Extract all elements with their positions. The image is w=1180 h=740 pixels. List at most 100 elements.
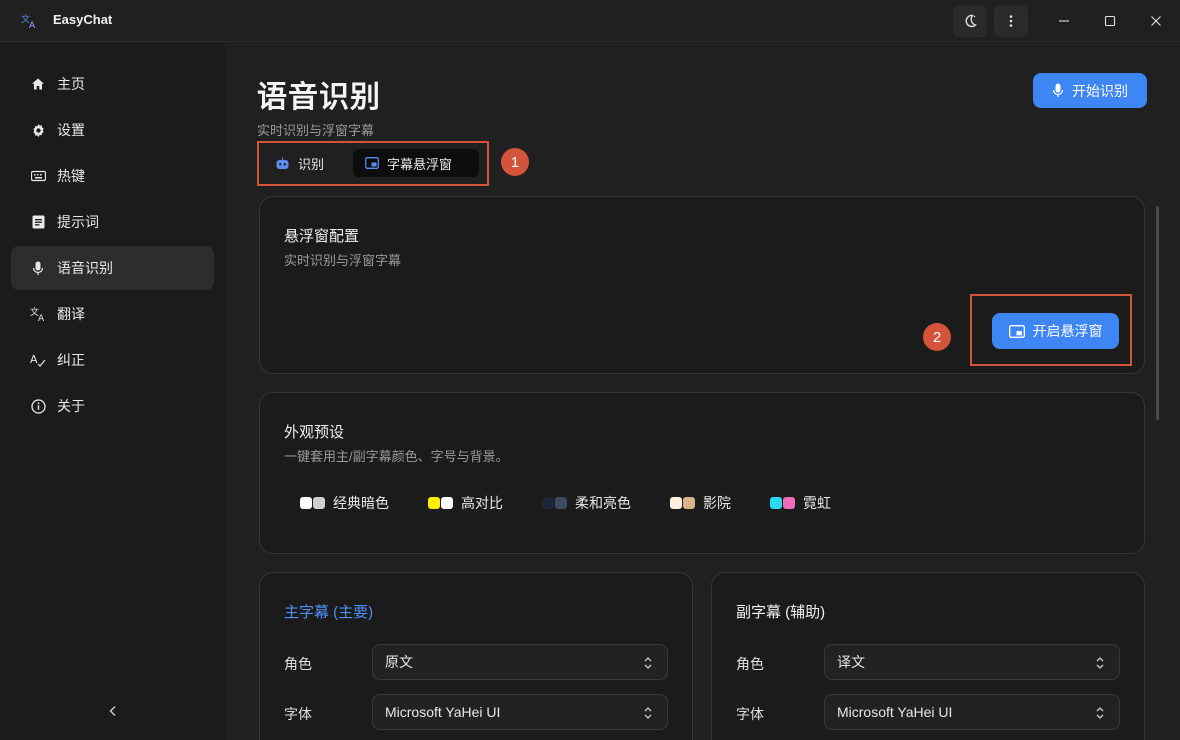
chevron-updown-icon: [1096, 707, 1104, 719]
app-title: EasyChat: [53, 12, 113, 27]
spellcheck-icon: A: [30, 352, 46, 368]
microphone-icon: [30, 260, 46, 276]
picture-in-picture-icon: [365, 157, 379, 169]
color-swatch: [542, 497, 554, 509]
sidebar-item-label: 纠正: [57, 352, 85, 368]
sidebar-item-label: 主页: [57, 76, 85, 92]
chevron-updown-icon: [644, 657, 652, 669]
preset-label: 高对比: [461, 495, 503, 511]
sidebar-item-label: 热键: [57, 168, 85, 184]
svg-text:A: A: [30, 353, 38, 366]
sidebar-item-prompts[interactable]: 提示词: [11, 200, 214, 244]
gear-icon: [30, 122, 46, 138]
sidebar-item-hotkeys[interactable]: 热键: [11, 154, 214, 198]
sidebar-item-correction[interactable]: A 纠正: [11, 338, 214, 382]
preset-high-contrast[interactable]: 高对比: [428, 491, 503, 515]
info-icon: [30, 398, 46, 414]
sidebar-item-label: 关于: [57, 398, 85, 414]
close-button[interactable]: [1133, 0, 1179, 42]
preset-neon[interactable]: 霓虹: [770, 491, 831, 515]
sidebar-item-about[interactable]: 关于: [11, 384, 214, 428]
more-vertical-icon: [1009, 15, 1013, 27]
page-title: 语音识别: [257, 81, 381, 114]
picture-in-picture-icon: [1008, 324, 1025, 338]
moon-icon: [965, 14, 977, 28]
sidebar-item-label: 提示词: [57, 214, 99, 230]
main-content: 语音识别 实时识别与浮窗字幕 开始识别 识别 字幕悬浮窗 1 悬浮窗配置 实时识…: [225, 42, 1180, 740]
color-swatch: [428, 497, 440, 509]
step-badge-2: 2: [923, 323, 951, 351]
step-badge-1: 1: [501, 148, 529, 176]
color-swatch: [313, 497, 325, 509]
start-recognition-label: 开始识别: [1072, 82, 1128, 99]
role-select[interactable]: 原文: [372, 644, 668, 680]
preset-label: 影院: [703, 495, 731, 511]
preset-label: 柔和亮色: [575, 495, 631, 511]
translate-icon: 文A: [20, 12, 38, 31]
minimize-button[interactable]: [1041, 0, 1087, 42]
font-select[interactable]: Microsoft YaHei UI: [824, 694, 1120, 730]
color-swatch: [441, 497, 453, 509]
scrollbar[interactable]: [1156, 206, 1159, 420]
card-description: 实时识别与浮窗字幕: [284, 253, 402, 268]
color-swatch: [670, 497, 682, 509]
preset-cinema[interactable]: 影院: [670, 491, 731, 515]
start-recognition-button[interactable]: 开始识别: [1033, 73, 1147, 108]
sidebar-item-settings[interactable]: 设置: [11, 108, 214, 152]
open-floating-window-button[interactable]: 开启悬浮窗: [992, 313, 1119, 349]
tab-label: 字幕悬浮窗: [387, 156, 453, 172]
page-subtitle: 实时识别与浮窗字幕: [257, 123, 375, 138]
font-label: 字体: [736, 706, 764, 722]
more-options-button[interactable]: [994, 5, 1028, 37]
sidebar-item-label: 语音识别: [57, 260, 113, 276]
primary-subtitle-card: 主字幕 (主要) 角色 原文 字体 Microsoft YaHei UI: [259, 572, 693, 740]
sidebar-item-label: 翻译: [57, 306, 85, 322]
color-swatch: [783, 497, 795, 509]
maximize-button[interactable]: [1087, 0, 1133, 42]
font-select[interactable]: Microsoft YaHei UI: [372, 694, 668, 730]
sidebar-item-translate[interactable]: 文A 翻译: [11, 292, 214, 336]
sidebar-item-label: 设置: [57, 122, 85, 138]
font-select-value: Microsoft YaHei UI: [385, 704, 501, 720]
card-title: 外观预设: [284, 424, 345, 441]
color-swatch: [300, 497, 312, 509]
role-label: 角色: [736, 656, 764, 672]
sidebar-collapse-button[interactable]: [102, 700, 124, 722]
preset-label: 经典暗色: [333, 495, 389, 511]
title-bar: 文A EasyChat: [0, 0, 1180, 42]
preset-soft-light[interactable]: 柔和亮色: [542, 491, 631, 515]
minimize-icon: [1059, 20, 1069, 22]
preset-list: 经典暗色 高对比 柔和亮色 影院 霓虹: [300, 491, 870, 515]
font-label: 字体: [284, 706, 312, 722]
card-title: 主字幕 (主要): [284, 604, 374, 621]
color-swatch: [683, 497, 695, 509]
sidebar-item-home[interactable]: 主页: [11, 62, 214, 106]
card-title: 悬浮窗配置: [284, 228, 360, 245]
preset-label: 霓虹: [803, 495, 831, 511]
theme-toggle-button[interactable]: [953, 5, 987, 37]
card-title: 副字幕 (辅助): [736, 604, 826, 621]
robot-icon: [276, 157, 289, 169]
tab-floating-subtitle[interactable]: 字幕悬浮窗: [353, 149, 479, 177]
sidebar-item-speech-recognition[interactable]: 语音识别: [11, 246, 214, 290]
chevron-left-icon: [109, 706, 116, 716]
color-swatch: [555, 497, 567, 509]
document-icon: [30, 214, 46, 230]
microphone-icon: [1052, 83, 1064, 97]
open-floating-window-label: 开启悬浮窗: [1032, 323, 1103, 339]
tab-label: 识别: [298, 156, 325, 172]
sidebar: 主页 设置 热键 提示词 语音识别 文A 翻译 A 纠正 关于: [0, 42, 225, 740]
role-select[interactable]: 译文: [824, 644, 1120, 680]
tab-recognition[interactable]: 识别: [263, 149, 336, 177]
appearance-presets-card: 外观预设 一键套用主/副字幕颜色、字号与背景。 经典暗色 高对比 柔和亮色 影院…: [259, 392, 1145, 554]
keyboard-icon: [30, 168, 46, 184]
chevron-updown-icon: [644, 707, 652, 719]
color-swatch: [770, 497, 782, 509]
svg-text:A: A: [29, 21, 36, 30]
home-icon: [30, 76, 46, 92]
role-label: 角色: [284, 656, 312, 672]
card-description: 一键套用主/副字幕颜色、字号与背景。: [284, 449, 509, 464]
role-select-value: 原文: [385, 654, 413, 670]
translate-icon: 文A: [30, 306, 46, 322]
preset-classic-dark[interactable]: 经典暗色: [300, 491, 389, 515]
